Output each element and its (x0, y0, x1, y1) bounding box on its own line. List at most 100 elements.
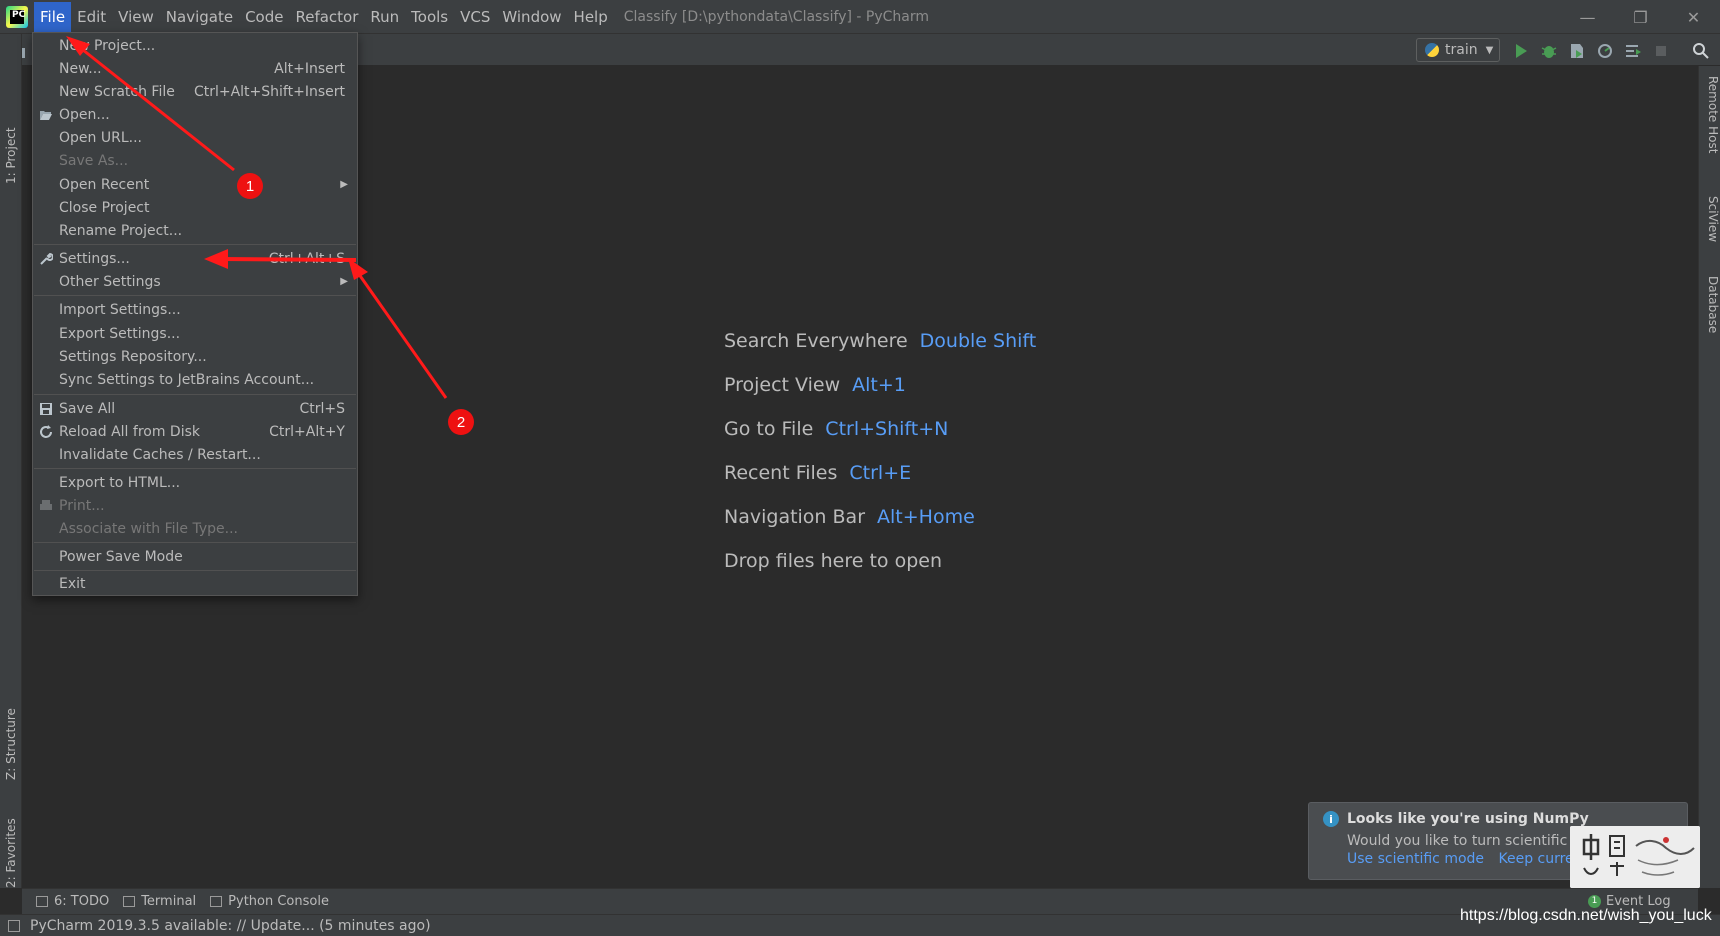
favorites-tab-label: 2: Favorites (4, 818, 18, 888)
window-controls: — ❐ ✕ (1561, 0, 1720, 34)
menu-new[interactable]: New... Alt+Insert (33, 57, 357, 80)
menu-item-shortcut: Ctrl+Alt+Shift+Insert (193, 83, 345, 100)
menu-sync-settings[interactable]: Sync Settings to JetBrains Account... (33, 368, 357, 391)
menu-import-settings[interactable]: Import Settings... (33, 298, 357, 321)
run-config-selector[interactable]: train ▼ (1416, 38, 1500, 62)
restore-icon[interactable]: ❐ (1614, 0, 1667, 34)
menu-rename-project[interactable]: Rename Project... (33, 219, 357, 242)
bottom-tool-bar: 6: TODO Terminal Python Console (22, 888, 1698, 914)
menu-item-label: Save As... (59, 152, 129, 169)
status-message[interactable]: PyCharm 2019.3.5 available: // Update...… (30, 918, 431, 934)
menu-close-project[interactable]: Close Project (33, 196, 357, 219)
watermark-stamp-image (1570, 826, 1700, 888)
window-title: Classify [D:\pythondata\Classify] - PyCh… (623, 8, 929, 25)
menu-export-to-html[interactable]: Export to HTML... (33, 471, 357, 494)
menu-edit[interactable]: Edit (71, 2, 112, 32)
menu-save-all[interactable]: Save All Ctrl+S (33, 397, 357, 420)
hint-shortcut: Alt+Home (877, 506, 975, 528)
stop-icon[interactable] (1652, 42, 1670, 60)
python-icon (1425, 43, 1439, 57)
menu-window[interactable]: Window (496, 2, 567, 32)
sciview-tab-label: SciView (1706, 196, 1720, 243)
favorites-tool-tab[interactable]: 2: Favorites (2, 788, 20, 888)
hint-label: Project View (724, 374, 841, 396)
menu-item-label: New... (59, 60, 102, 77)
hint-label: Search Everywhere (724, 330, 908, 352)
run-icon[interactable] (1512, 42, 1530, 60)
menu-settings-repository[interactable]: Settings Repository... (33, 345, 357, 368)
file-menu-dropdown: New Project... New... Alt+Insert New Scra… (32, 32, 358, 596)
hint-recent-files: Recent Files Ctrl+E (724, 462, 1036, 506)
menu-open-recent[interactable]: Open Recent ▶ (33, 173, 357, 196)
terminal-tab-label: Terminal (141, 894, 197, 909)
menu-tools[interactable]: Tools (405, 2, 454, 32)
annotation-arrow-2b (348, 258, 448, 399)
menu-navigate[interactable]: Navigate (160, 2, 239, 32)
menu-run[interactable]: Run (364, 2, 405, 32)
run-config-label: train (1445, 42, 1478, 58)
menu-item-shortcut: Ctrl+Alt+S (268, 250, 345, 267)
menu-view[interactable]: View (112, 2, 160, 32)
menu-item-label: Import Settings... (59, 301, 181, 318)
structure-tool-tab[interactable]: Z: Structure (2, 670, 20, 780)
python-console-icon (210, 896, 223, 907)
hint-go-to-file: Go to File Ctrl+Shift+N (724, 418, 1036, 462)
menu-other-settings[interactable]: Other Settings ▶ (33, 270, 357, 293)
editor-welcome-hints: Search Everywhere Double Shift Project Vi… (724, 330, 1036, 594)
menu-item-label: New Project... (59, 37, 156, 54)
menu-invalidate-caches[interactable]: Invalidate Caches / Restart... (33, 443, 357, 466)
debug-icon[interactable] (1540, 42, 1558, 60)
database-tool-tab[interactable]: Database (1702, 276, 1720, 356)
menu-item-label: Open... (59, 106, 110, 123)
status-toggle-icon[interactable] (8, 919, 20, 932)
menu-separator (34, 295, 356, 296)
menu-export-settings[interactable]: Export Settings... (33, 322, 357, 345)
menu-open[interactable]: Open... (33, 103, 357, 126)
wrench-icon (40, 252, 53, 265)
search-icon[interactable] (1692, 42, 1710, 60)
menu-item-label: Settings Repository... (59, 348, 207, 365)
todo-tool-tab[interactable]: 6: TODO (36, 894, 109, 909)
todo-tab-label: 6: TODO (54, 894, 110, 909)
coverage-icon[interactable] (1568, 42, 1586, 60)
minimize-icon[interactable]: — (1561, 0, 1614, 34)
menu-open-url[interactable]: Open URL... (33, 126, 357, 149)
menu-item-label: Exit (59, 575, 86, 592)
terminal-tool-tab[interactable]: Terminal (123, 894, 196, 909)
menu-power-save-mode[interactable]: Power Save Mode (33, 545, 357, 568)
logo-text: PC (12, 9, 26, 20)
menu-item-label: Rename Project... (59, 222, 183, 239)
remote-host-tool-tab[interactable]: Remote Host (1702, 76, 1720, 176)
menu-exit[interactable]: Exit (33, 572, 357, 595)
menu-file[interactable]: File (34, 1, 72, 32)
hint-drop-files: Drop files here to open (724, 550, 1036, 594)
menu-refactor[interactable]: Refactor (289, 2, 364, 32)
profile-icon[interactable] (1596, 42, 1614, 60)
menu-reload-all[interactable]: Reload All from Disk Ctrl+Alt+Y (33, 420, 357, 443)
menu-item-label: Close Project (59, 199, 150, 216)
menu-item-label: Print... (59, 497, 105, 514)
project-tab-label: 1: Project (4, 127, 18, 184)
menu-new-project[interactable]: New Project... (33, 34, 357, 57)
menu-item-label: Power Save Mode (59, 548, 183, 565)
hint-shortcut: Alt+1 (852, 374, 906, 396)
chevron-down-icon: ▼ (1485, 44, 1494, 56)
info-icon: i (1323, 811, 1339, 827)
menu-new-scratch-file[interactable]: New Scratch File Ctrl+Alt+Shift+Insert (33, 80, 357, 103)
project-tool-tab[interactable]: 1: Project (2, 74, 20, 184)
menu-settings[interactable]: Settings... Ctrl+Alt+S (33, 247, 357, 270)
python-console-tool-tab[interactable]: Python Console (210, 894, 329, 909)
menu-help[interactable]: Help (568, 2, 614, 32)
concurrency-icon[interactable] (1624, 42, 1642, 60)
sciview-tool-tab[interactable]: SciView (1702, 196, 1720, 266)
menu-print: Print... (33, 494, 357, 517)
close-icon[interactable]: ✕ (1667, 0, 1720, 34)
hint-shortcut: Ctrl+E (849, 462, 912, 484)
keep-current-layout-link[interactable]: Keep current layout... (1498, 851, 1577, 867)
use-scientific-mode-link[interactable]: Use scientific mode (1347, 851, 1484, 867)
menu-code[interactable]: Code (239, 2, 289, 32)
menu-separator (34, 394, 356, 395)
menu-item-label: Invalidate Caches / Restart... (59, 446, 261, 463)
annotation-badge-2-text: 2 (457, 414, 465, 431)
menu-vcs[interactable]: VCS (454, 2, 496, 32)
